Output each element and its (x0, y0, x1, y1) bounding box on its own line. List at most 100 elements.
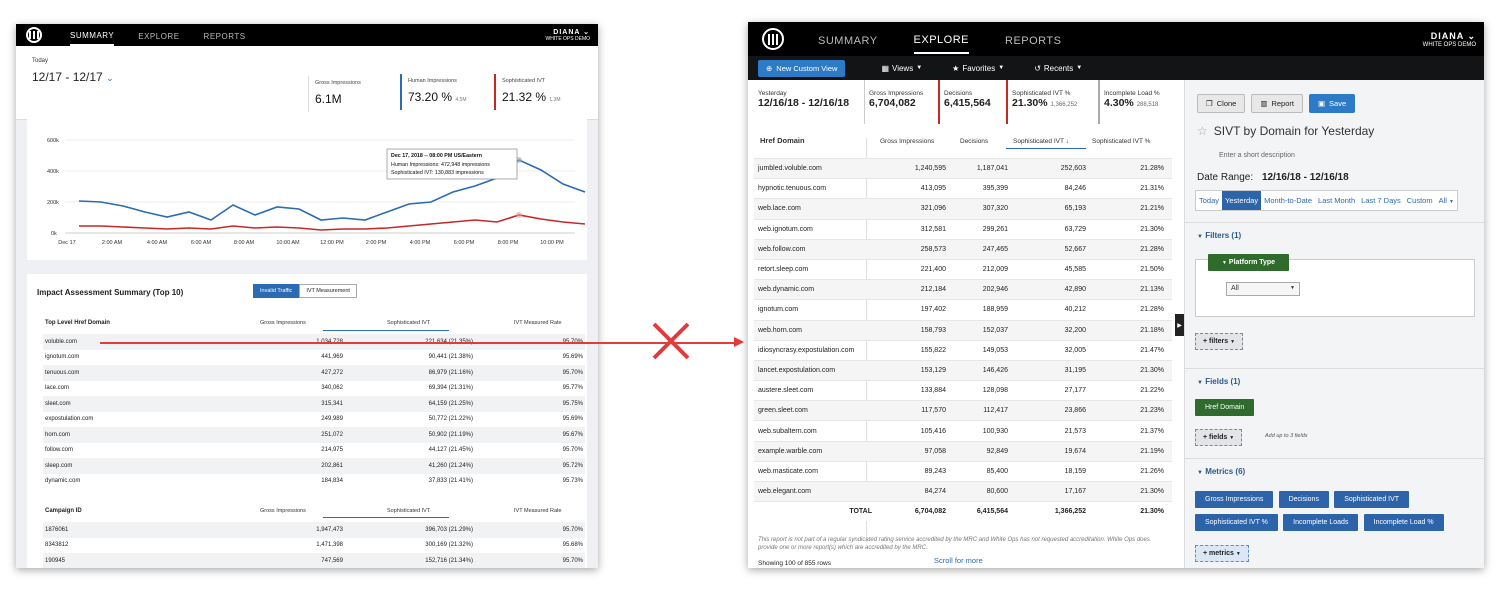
col-header[interactable]: Decisions (960, 138, 988, 145)
table-row[interactable]: retort.sleep.com 221,400 212,009 45,585 21.5… (754, 258, 1172, 279)
table-row[interactable]: web.follow.com 258,573 247,465 52,667 21.28% (754, 238, 1172, 259)
kpi-label: Decisions (944, 90, 973, 97)
table-row[interactable]: sleep.com 202,861 41,260 (21.24%) 95.72% (43, 458, 585, 474)
date-tab[interactable]: Last Month (1315, 191, 1358, 210)
add-metrics-button[interactable]: + metrics ▼ (1195, 545, 1249, 562)
table-row[interactable]: web.ignotum.com 312,581 299,261 63,729 21.30… (754, 218, 1172, 239)
table-row[interactable]: web.subaltern.com 105,416 100,930 21,573 21.… (754, 420, 1172, 440)
metrics-title[interactable]: Metrics (6) (1205, 467, 1245, 476)
table-row[interactable]: jumbled.voluble.com 1,240,595 1,187,041 252… (754, 158, 1172, 179)
add-fields-button[interactable]: + fields ▼ (1195, 429, 1243, 446)
description-input[interactable]: Enter a short description (1219, 152, 1295, 159)
nav-summary[interactable]: SUMMARY (818, 26, 878, 53)
metric-pill[interactable]: Sophisticated IVT (1334, 491, 1410, 508)
col-header[interactable]: Sophisticated IVT (387, 320, 430, 326)
table-row[interactable]: web.horn.com 158,793 152,037 32,200 21.18% (754, 319, 1172, 340)
view-title[interactable]: SIVT by Domain for Yesterday (1214, 124, 1375, 138)
table-row[interactable]: tenuous.com 427,272 86,979 (21.16%) 95.70% (43, 365, 585, 381)
date-tab[interactable]: Custom (1404, 191, 1436, 210)
sort-underline (1006, 148, 1086, 149)
user-menu[interactable]: DIANA ⌄ WHITE OPS DEMO (1423, 31, 1476, 48)
scroll-for-more-link[interactable]: Scroll for more⌄ (934, 556, 983, 568)
metric-pill[interactable]: Decisions (1278, 491, 1329, 508)
col-header[interactable]: Sophisticated IVT % (1092, 138, 1150, 145)
table-row[interactable]: expostulation.com 249,989 50,772 (21.22%) 9… (43, 412, 585, 428)
table-row[interactable]: web.masticate.com 89,243 85,400 18,159 21.26… (754, 460, 1172, 481)
impact-title: Impact Assessment Summary (Top 10) (37, 288, 184, 297)
impressions-line-chart[interactable]: 600k 400k 200k 0k Dec 17 2:00 AM 4:00 AM… (27, 112, 587, 260)
save-button[interactable]: ▣ Save (1308, 94, 1356, 113)
col-header-sorted[interactable]: Sophisticated IVT ↓ (1013, 138, 1069, 145)
table-row[interactable]: idiosyncrasy.expostulation.com 155,822 149… (754, 339, 1172, 360)
date-range-picker[interactable]: 12/17 - 12/17 ⌄ (32, 70, 114, 84)
table-row[interactable]: 1876061 1,947,473 396,703 (21.29%) 95.70% (43, 522, 585, 538)
metric-pill[interactable]: Sophisticated IVT % (1195, 514, 1278, 531)
table-row[interactable]: horn.com 251,072 50,902 (21.19%) 95.67% (43, 427, 585, 443)
table-row[interactable]: 8343812 1,471,398 300,169 (21.32%) 95.68% (43, 538, 585, 554)
col-header[interactable]: Gross Impressions (880, 138, 934, 145)
toggle-ivt-measurement[interactable]: IVT Measurement (299, 284, 357, 298)
platform-type-select[interactable]: All ▼ (1226, 282, 1300, 296)
table-row[interactable]: lace.com 340,062 69,394 (21.31%) 95.77% (43, 381, 585, 397)
col-header[interactable]: IVT Measured Rate (514, 508, 562, 514)
table-cell: 45,585 (1064, 266, 1086, 274)
col-header[interactable]: IVT Measured Rate (514, 320, 562, 326)
filters-title[interactable]: Filters (1) (1205, 231, 1241, 240)
kpi-strip: Yesterday 12/16/18 - 12/16/18 Gross Impr… (748, 80, 1175, 124)
table-row[interactable]: example.warble.com 97,058 92,849 19,674 21.1… (754, 440, 1172, 461)
table-row[interactable]: green.sleet.com 117,570 112,417 23,866 21.23… (754, 400, 1172, 421)
user-menu[interactable]: DIANA ⌄ WHITE OPS DEMO (546, 28, 590, 42)
white-ops-logo-icon[interactable] (26, 27, 42, 43)
date-tab[interactable]: Last 7 Days (1358, 191, 1404, 210)
table-cell: web.masticate.com (758, 467, 818, 475)
add-filters-button[interactable]: + filters ▼ (1195, 333, 1244, 350)
new-custom-view-button[interactable]: ⊕ New Custom View (758, 59, 846, 77)
table-row[interactable]: austere.sleet.com 133,884 128,098 27,177 21.… (754, 380, 1172, 400)
favorites-dropdown[interactable]: ★ Favorites ▼ (952, 64, 1004, 73)
toggle-invalid-traffic[interactable]: Invalid Traffic (253, 284, 300, 298)
nav-summary[interactable]: SUMMARY (70, 25, 115, 46)
col-header[interactable]: Gross Impressions (260, 508, 306, 514)
grid-icon: ▦ (881, 63, 889, 73)
platform-type-filter[interactable]: ▼ Platform Type (1208, 254, 1290, 271)
date-tab[interactable]: Today (1196, 191, 1222, 210)
table-row[interactable]: sleet.com 315,341 64,159 (21.25%) 95.75% (43, 396, 585, 412)
table-row[interactable]: web.lace.com 321,096 307,320 65,193 21.21% (754, 198, 1172, 219)
field-pill-href-domain[interactable]: Href Domain (1195, 399, 1255, 416)
nav-explore[interactable]: EXPLORE (138, 26, 179, 45)
caret-down-icon[interactable]: ▼ (1197, 234, 1203, 240)
hover-point (516, 212, 522, 218)
clone-button[interactable]: ❐ Clone (1197, 94, 1246, 113)
nav-reports[interactable]: REPORTS (1005, 26, 1061, 53)
table-row[interactable]: web.dynamic.com 212,184 202,946 42,890 21.13… (754, 279, 1172, 300)
recents-dropdown[interactable]: ↺ Recents ▼ (1034, 64, 1082, 73)
table-row[interactable]: hypnotic.tenuous.com 413,095 395,399 84,246… (754, 178, 1172, 198)
white-ops-logo-icon[interactable] (762, 28, 784, 50)
table-cell: web.ignotum.com (758, 225, 813, 233)
date-tab-selected[interactable]: Yesterday (1222, 191, 1262, 210)
table-row[interactable]: follow.com 214,975 44,127 (21.45%) 95.70% (43, 443, 585, 459)
nav-explore[interactable]: EXPLORE (913, 25, 969, 54)
table-row[interactable]: ignotum.com 441,969 90,441 (21.38%) 95.69% (43, 350, 585, 366)
nav-reports[interactable]: REPORTS (204, 26, 246, 45)
caret-down-icon[interactable]: ▼ (1197, 470, 1203, 476)
metric-pill[interactable]: Incomplete Loads (1283, 514, 1359, 531)
metric-pill[interactable]: Incomplete Load % (1363, 514, 1444, 531)
col-header[interactable]: Sophisticated IVT (387, 508, 430, 514)
col-header[interactable]: Gross Impressions (260, 320, 306, 326)
table-row[interactable]: 190945 747,569 152,716 (21.34%) 95.70% (43, 553, 585, 568)
table-row[interactable]: web.elegant.com 84,274 80,600 17,167 21.30% (754, 481, 1172, 502)
col-header[interactable]: Href Domain (760, 136, 805, 145)
table-row[interactable]: dynamic.com 184,834 37,833 (21.41%) 95.73% (43, 474, 585, 490)
date-tab-all[interactable]: All ▼ (1436, 191, 1457, 210)
collapse-panel-toggle[interactable]: ▶ (1175, 314, 1184, 336)
table-row[interactable]: lancet.expostulation.com 153,129 146,426 31… (754, 359, 1172, 381)
date-tab[interactable]: Month-to-Date (1261, 191, 1315, 210)
metric-pill[interactable]: Gross Impressions (1195, 491, 1274, 508)
report-button[interactable]: ▥ Report (1251, 94, 1303, 113)
views-dropdown[interactable]: ▦ Views ▼ (881, 64, 922, 73)
table-row[interactable]: ignotum.com 197,402 188,959 40,212 21.28% (754, 299, 1172, 319)
caret-down-icon[interactable]: ▼ (1197, 380, 1203, 386)
star-outline-icon[interactable]: ☆ (1197, 124, 1208, 138)
fields-title[interactable]: Fields (1) (1205, 377, 1240, 386)
